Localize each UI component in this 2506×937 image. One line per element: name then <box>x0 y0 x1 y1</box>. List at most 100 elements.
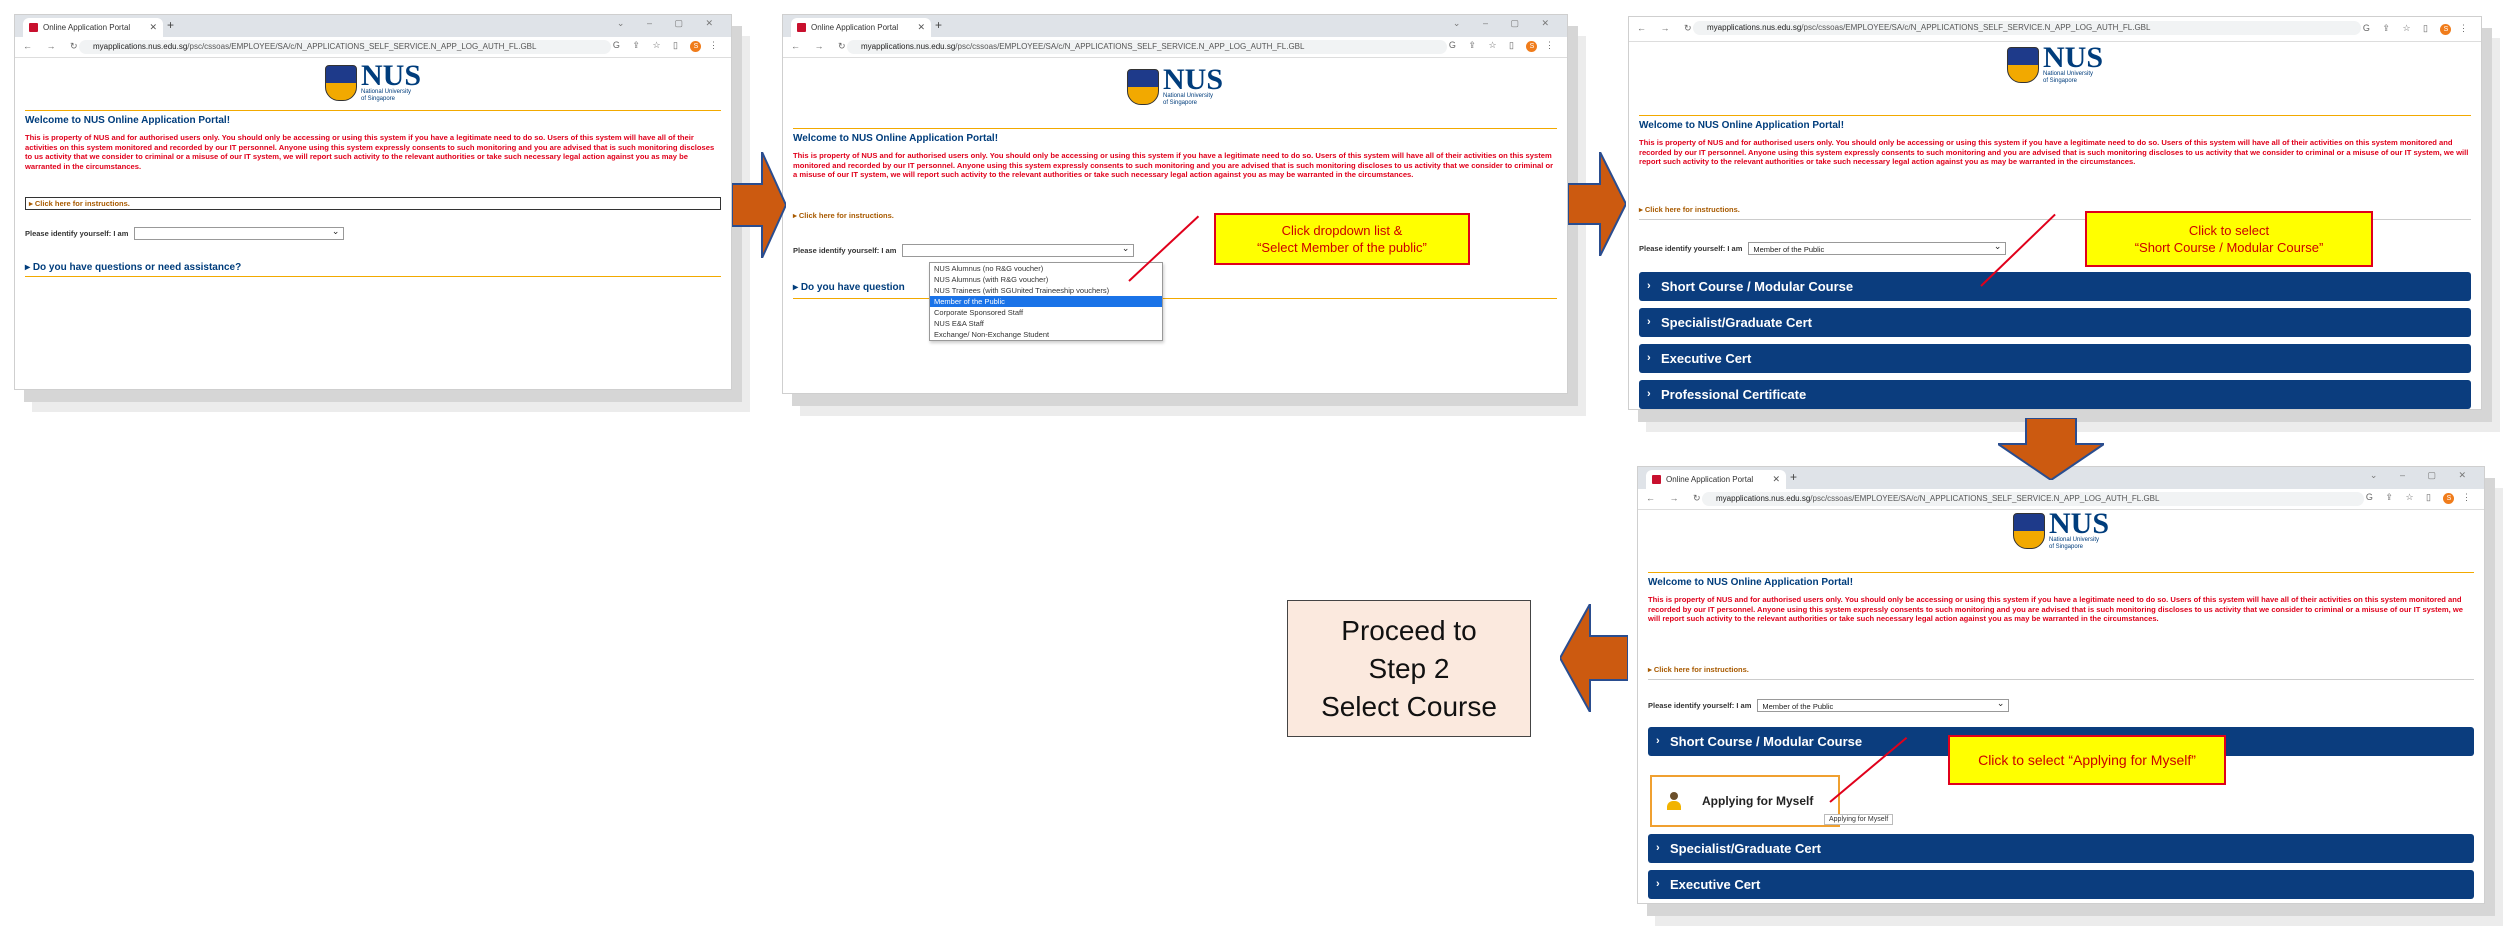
step2-line-3: Select Course <box>1321 690 1497 722</box>
new-tab-icon[interactable]: + <box>935 18 942 32</box>
apply-button-label: Applying for Myself <box>1702 794 1814 808</box>
arrow-down-icon <box>1998 418 2104 480</box>
tab-title: Online Application Portal <box>43 23 131 32</box>
profile-avatar[interactable]: S <box>2443 493 2455 504</box>
identity-select[interactable] <box>902 242 1135 257</box>
url-field[interactable]: myapplications.nus.edu.sg/psc/cssoas/EMP… <box>79 40 611 54</box>
url-field[interactable]: myapplications.nus.edu.sg/psc/cssoas/EMP… <box>1693 21 2361 35</box>
address-bar: ← → ↻ myapplications.nus.edu.sg/psc/csso… <box>15 37 731 58</box>
nav-buttons[interactable]: ← → ↻ <box>791 41 852 52</box>
profile-avatar[interactable]: S <box>1526 41 1538 52</box>
identity-select[interactable] <box>134 225 345 240</box>
instructions-link[interactable]: ▸ Click here for instructions. <box>1639 205 1740 214</box>
close-tab-icon[interactable]: ✕ <box>1772 470 1780 489</box>
dropdown-option[interactable]: Corporate Sponsored Staff <box>930 307 1162 318</box>
identity-select[interactable]: Member of the Public <box>1757 697 2010 712</box>
screenshot-panel-1: Online Application Portal ✕ + ⌄ – ▢ ✕ ← →… <box>14 14 732 390</box>
screenshot-panel-2: Online Application Portal ✕ + ⌄ – ▢ ✕ ← →… <box>782 14 1568 394</box>
nus-favicon-icon <box>1652 475 1661 484</box>
url-path: /psc/cssoas/EMPLOYEE/SA/c/N_APPLICATIONS… <box>187 42 537 51</box>
nus-crest-icon <box>2006 47 2039 83</box>
welcome-heading: Welcome to NUS Online Application Portal… <box>1648 572 2474 588</box>
dropdown-option[interactable]: Member of the Public <box>930 296 1162 307</box>
nav-buttons[interactable]: ← → ↻ <box>1637 23 1698 34</box>
dropdown-option[interactable]: NUS Trainees (with SGUnited Traineeship … <box>930 285 1162 296</box>
url-field[interactable]: myapplications.nus.edu.sg/psc/cssoas/EMP… <box>847 40 1447 54</box>
nus-logo: NUS National University of Singapore <box>1126 63 1224 107</box>
callout-select-short-course: Click to select “Short Course / Modular C… <box>2085 211 2373 267</box>
browser-tab-bar: Online Application Portal ✕ + ⌄ – ▢ ✕ <box>15 15 731 37</box>
close-tab-icon[interactable]: ✕ <box>149 18 157 37</box>
course-accordion-specialist[interactable]: Specialist/Graduate Cert <box>1639 308 2471 337</box>
browser-tab-bar: Online Application Portal ✕ + ⌄ – ▢ ✕ <box>783 15 1567 37</box>
logo-sub2: of Singapore <box>2048 544 2084 550</box>
address-bar: ← → ↻ myapplications.nus.edu.sg/psc/csso… <box>1629 17 2481 42</box>
new-tab-icon[interactable]: + <box>1790 470 1797 484</box>
profile-avatar[interactable]: S <box>690 41 702 52</box>
url-host: myapplications.nus.edu.sg <box>861 42 956 51</box>
browser-toolbar-icons[interactable]: G ⇪ ☆ ▯ S ⋮ <box>2363 23 2473 35</box>
instructions-link[interactable]: ▸ Click here for instructions. <box>1648 665 1749 674</box>
logo-sub2: of Singapore <box>360 96 396 102</box>
new-tab-icon[interactable]: + <box>167 18 174 32</box>
browser-toolbar-icons[interactable]: G ⇪ ☆ ▯ S ⋮ <box>2366 492 2476 504</box>
window-controls[interactable]: ⌄ – ▢ ✕ <box>617 18 723 29</box>
section-divider <box>793 298 1557 299</box>
identify-row: Please identify yourself: I am Member of … <box>1648 697 2010 712</box>
warning-text: This is property of NUS and for authoris… <box>793 151 1554 179</box>
identify-row: Please identify yourself: I am <box>793 242 1135 257</box>
course-accordion-executive[interactable]: Executive Cert <box>1648 870 2474 899</box>
tab-title: Online Application Portal <box>811 23 899 32</box>
nav-buttons[interactable]: ← → ↻ <box>23 41 84 52</box>
nus-crest-icon <box>324 65 357 101</box>
callout-2-line-2: “Short Course / Modular Course” <box>2134 240 2324 255</box>
browser-toolbar-icons[interactable]: G ⇪ ☆ ▯ S ⋮ <box>1449 40 1559 52</box>
course-accordion-executive[interactable]: Executive Cert <box>1639 344 2471 373</box>
applying-for-myself-button[interactable]: Applying for Myself <box>1650 775 1840 827</box>
browser-tab[interactable]: Online Application Portal ✕ <box>1646 470 1786 489</box>
url-path: /psc/cssoas/EMPLOYEE/SA/c/N_APPLICATIONS… <box>1801 23 2151 32</box>
welcome-heading: Welcome to NUS Online Application Portal… <box>1639 115 2471 131</box>
course-accordion-professional[interactable]: Professional Certificate <box>1639 380 2471 409</box>
dropdown-option[interactable]: NUS E&A Staff <box>930 318 1162 329</box>
instructions-link[interactable]: ▸ Click here for instructions. <box>793 211 894 220</box>
window-controls[interactable]: ⌄ – ▢ ✕ <box>1453 18 1559 29</box>
instructions-link[interactable]: ▸ Click here for instructions. <box>25 197 721 210</box>
welcome-heading: Welcome to NUS Online Application Portal… <box>793 128 1557 144</box>
arrow-left-icon <box>1560 604 1628 712</box>
window-controls[interactable]: ⌄ – ▢ ✕ <box>2370 470 2476 481</box>
identify-label: Please identify yourself: I am <box>1639 244 1743 253</box>
nus-favicon-icon <box>797 23 806 32</box>
questions-label: Do you have questions or need assistance… <box>32 262 242 273</box>
callout-1-line-1: Click dropdown list & <box>1281 223 1403 238</box>
nav-buttons[interactable]: ← → ↻ <box>1646 493 1707 504</box>
logo-name: NUS <box>360 59 422 92</box>
logo-sub2: of Singapore <box>2042 78 2078 84</box>
questions-heading[interactable]: ▸ Do you have question <box>793 282 905 296</box>
course-accordion-short[interactable]: Short Course / Modular Course <box>1639 272 2471 301</box>
questions-heading[interactable]: ▸ Do you have questions or need assistan… <box>25 262 721 277</box>
callout-applying-for-myself: Click to select “Applying for Myself” <box>1948 735 2226 785</box>
proceed-step2-box: Proceed to Step 2 Select Course <box>1287 600 1531 737</box>
identify-row: Please identify yourself: I am <box>25 225 345 240</box>
callout-1-line-2: “Select Member of the public” <box>1257 240 1427 255</box>
tab-title: Online Application Portal <box>1666 475 1754 484</box>
browser-toolbar-icons[interactable]: G ⇪ ☆ ▯ S ⋮ <box>613 40 723 52</box>
identity-select[interactable]: Member of the Public <box>1748 240 2007 255</box>
course-accordion-specialist[interactable]: Specialist/Graduate Cert <box>1648 834 2474 863</box>
browser-tab[interactable]: Online Application Portal ✕ <box>791 18 931 37</box>
welcome-heading: Welcome to NUS Online Application Portal… <box>25 110 721 126</box>
profile-avatar[interactable]: S <box>2440 24 2452 35</box>
callout-pointer-line <box>1128 215 1200 282</box>
close-tab-icon[interactable]: ✕ <box>917 18 925 37</box>
identify-row: Please identify yourself: I am Member of … <box>1639 240 2007 255</box>
dropdown-option[interactable]: Exchange/ Non-Exchange Student <box>930 329 1162 340</box>
nus-crest-icon <box>2012 513 2045 549</box>
arrow-right-1-icon <box>732 152 786 258</box>
url-field[interactable]: myapplications.nus.edu.sg/psc/cssoas/EMP… <box>1702 492 2364 506</box>
url-host: myapplications.nus.edu.sg <box>93 42 188 51</box>
browser-tab[interactable]: Online Application Portal ✕ <box>23 18 163 37</box>
logo-name: NUS <box>1162 63 1224 96</box>
identity-dropdown-list[interactable]: NUS Alumnus (no R&G voucher) NUS Alumnus … <box>929 262 1163 341</box>
dropdown-option[interactable]: NUS Alumnus (no R&G voucher) <box>930 263 1162 274</box>
